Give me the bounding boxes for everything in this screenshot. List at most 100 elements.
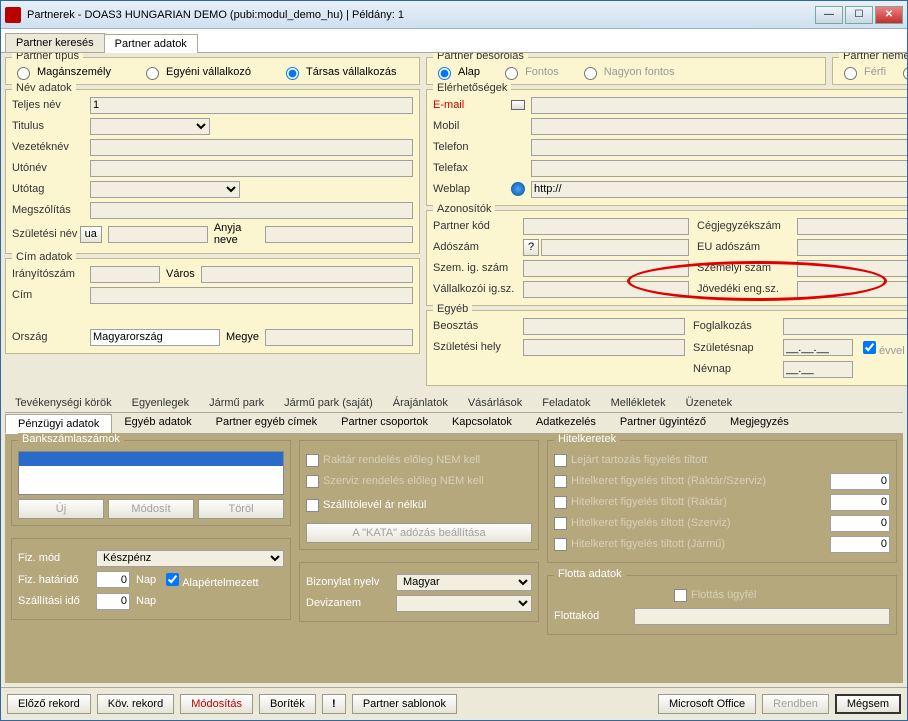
tab3-megjegyzes[interactable]: Megjegyzés	[718, 413, 801, 433]
fizmod-select[interactable]: Készpénz	[96, 550, 284, 567]
next-record-button[interactable]: Köv. rekord	[97, 694, 174, 714]
szemig-input[interactable]	[523, 260, 689, 277]
radio-egyeni[interactable]: Egyéni vállalkozó	[141, 64, 251, 80]
szall-input[interactable]	[96, 593, 130, 610]
biznyelv-select[interactable]: Magyar	[396, 574, 532, 591]
tab3-kapcsolatok[interactable]: Kapcsolatok	[440, 413, 524, 433]
h4-input[interactable]	[830, 515, 890, 532]
megye-input[interactable]	[265, 329, 413, 346]
h2-input[interactable]	[830, 473, 890, 490]
anyjaneve-input[interactable]	[265, 226, 413, 243]
cegjegyzek-input[interactable]	[797, 218, 907, 235]
radio-nagyon[interactable]: Nagyon fontos	[579, 64, 675, 80]
telefon-input[interactable]	[531, 139, 907, 156]
irsz-input[interactable]	[90, 266, 160, 283]
szulhely-input[interactable]	[523, 339, 685, 356]
megszolitas-input[interactable]	[90, 202, 413, 219]
globe-icon[interactable]	[511, 182, 525, 196]
vallalk-input[interactable]	[523, 281, 689, 298]
nevnap-input[interactable]	[783, 361, 853, 378]
cim-input[interactable]	[90, 287, 413, 304]
szemelyi-input[interactable]	[797, 260, 907, 277]
ok-button[interactable]: Rendben	[762, 694, 829, 714]
tab2-uzenetek[interactable]: Üzenetek	[676, 394, 742, 412]
fogl-input[interactable]	[783, 318, 907, 335]
cancel-button[interactable]: Mégsem	[835, 694, 901, 714]
chk-h2[interactable]	[554, 475, 567, 488]
radio-maganszemely[interactable]: Magánszemély	[12, 64, 111, 80]
chk-szerviz[interactable]	[306, 475, 319, 488]
fullname-input[interactable]	[90, 97, 413, 114]
tab3-penzugyi[interactable]: Pénzügyi adatok	[5, 414, 112, 434]
tab2-tevekenyseg[interactable]: Tevékenységi körök	[5, 394, 122, 412]
kata-button[interactable]: A "KATA" adózás beállítása	[306, 523, 532, 543]
euado-input[interactable]	[797, 239, 907, 256]
tab3-csoportok[interactable]: Partner csoportok	[329, 413, 440, 433]
ua-button[interactable]: ua	[80, 226, 102, 243]
utonev-input[interactable]	[90, 160, 413, 177]
tab3-adatkezeles[interactable]: Adatkezelés	[524, 413, 608, 433]
weblap-input[interactable]	[531, 181, 907, 198]
tab3-ugyintezo[interactable]: Partner ügyintéző	[608, 413, 718, 433]
radio-tarsas[interactable]: Társas vállalkozás	[281, 64, 396, 80]
telefax-input[interactable]	[531, 160, 907, 177]
warning-button[interactable]: !	[322, 694, 346, 714]
tab2-jarmupark-sajat[interactable]: Jármű park (saját)	[274, 394, 383, 412]
radio-no[interactable]: Nő	[898, 64, 907, 80]
h3-input[interactable]	[830, 494, 890, 511]
tab3-egyebcimek[interactable]: Partner egyéb címek	[204, 413, 330, 433]
varos-input[interactable]	[201, 266, 413, 283]
radio-alap[interactable]: Alap	[433, 64, 480, 80]
maximize-button[interactable]: ☐	[845, 6, 873, 24]
chk-flottas[interactable]	[674, 589, 687, 602]
envelope-button[interactable]: Boríték	[259, 694, 316, 714]
partnerkod-input[interactable]	[523, 218, 689, 235]
bank-listbox[interactable]	[18, 451, 284, 495]
chk-h5[interactable]	[554, 538, 567, 551]
szulnev-input[interactable]	[108, 226, 208, 243]
email-icon[interactable]	[511, 100, 525, 110]
tab3-egyeb[interactable]: Egyéb adatok	[112, 413, 203, 433]
alap-checkbox[interactable]: Alapértelmezett	[162, 570, 258, 589]
office-button[interactable]: Microsoft Office	[658, 694, 756, 714]
close-button[interactable]: ✕	[875, 6, 903, 24]
adoszam-help-button[interactable]: ?	[523, 239, 539, 256]
radio-ferfi[interactable]: Férfi	[839, 64, 886, 80]
bank-new-button[interactable]: Új	[18, 499, 104, 519]
chk-raktar[interactable]	[306, 454, 319, 467]
vezeteknev-input[interactable]	[90, 139, 413, 156]
prev-record-button[interactable]: Előző rekord	[7, 694, 91, 714]
utotag-select[interactable]	[90, 181, 240, 198]
tab2-feladatok[interactable]: Feladatok	[532, 394, 600, 412]
bank-delete-button[interactable]: Töröl	[198, 499, 284, 519]
tab2-egyenlegek[interactable]: Egyenlegek	[122, 394, 200, 412]
chk-h4[interactable]	[554, 517, 567, 530]
minimize-button[interactable]: —	[815, 6, 843, 24]
tab-partner-data[interactable]: Partner adatok	[104, 34, 198, 53]
evvel-checkbox[interactable]: évvel	[859, 338, 905, 357]
chk-h1[interactable]	[554, 454, 567, 467]
templates-button[interactable]: Partner sablonok	[352, 694, 457, 714]
h5-input[interactable]	[830, 536, 890, 553]
radio-fontos[interactable]: Fontos	[500, 64, 559, 80]
chk-szallito[interactable]	[306, 499, 319, 512]
devizanem-select[interactable]	[396, 595, 532, 612]
tab2-arajanlatok[interactable]: Árajánlatok	[383, 394, 458, 412]
bank-edit-button[interactable]: Módosít	[108, 499, 194, 519]
jovedeki-input[interactable]	[797, 281, 907, 298]
szulnap-input[interactable]	[783, 339, 853, 356]
modify-button[interactable]: Módosítás	[180, 694, 253, 714]
tab2-jarmupark[interactable]: Jármű park	[199, 394, 274, 412]
adoszam-input[interactable]	[541, 239, 689, 256]
beosztas-input[interactable]	[523, 318, 685, 335]
email-input[interactable]	[531, 97, 907, 114]
orszag-input[interactable]	[90, 329, 220, 346]
tab2-vasarlasok[interactable]: Vásárlások	[458, 394, 532, 412]
mobil-input[interactable]	[531, 118, 907, 135]
chk-h3[interactable]	[554, 496, 567, 509]
flottakod-input[interactable]	[634, 608, 890, 625]
tab2-mellekletek[interactable]: Mellékletek	[601, 394, 676, 412]
tab-partner-search[interactable]: Partner keresés	[5, 33, 105, 52]
titulus-select[interactable]	[90, 118, 210, 135]
fizhat-input[interactable]	[96, 571, 130, 588]
